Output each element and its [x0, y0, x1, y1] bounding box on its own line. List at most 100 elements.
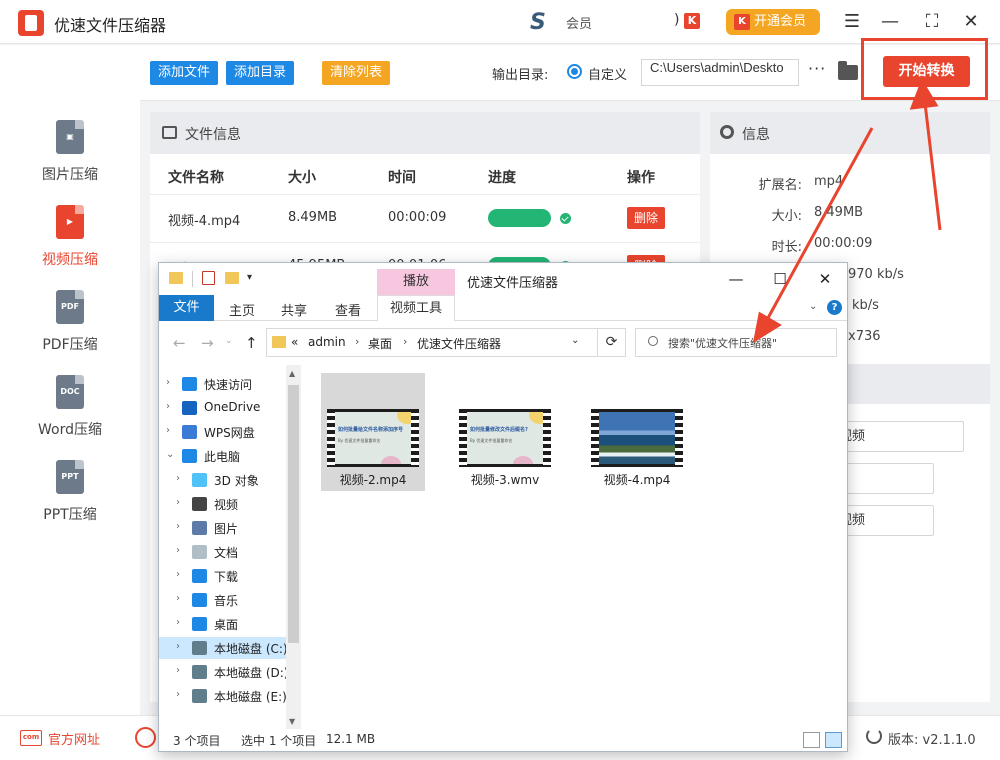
official-site-link[interactable]: 官方网址: [48, 729, 100, 748]
refresh-icon[interactable]: [866, 728, 882, 744]
progress-bar: [488, 209, 551, 227]
start-convert-button[interactable]: 开始转换: [883, 56, 970, 87]
compress-mode-select[interactable]: 视频: [830, 421, 964, 452]
properties-icon[interactable]: [202, 271, 215, 285]
breadcrumb-desktop[interactable]: 桌面: [368, 335, 392, 352]
output-path-field[interactable]: C:\Users\admin\Deskto: [641, 59, 799, 86]
maximize-icon[interactable]: ☐: [765, 268, 795, 290]
up-arrow-icon[interactable]: ↑: [245, 334, 258, 352]
details-view-icon[interactable]: [803, 732, 820, 748]
breadcrumb-current[interactable]: 优速文件压缩器: [417, 335, 501, 352]
help-icon[interactable]: ?: [827, 300, 842, 315]
tree-item[interactable]: › 音乐: [159, 589, 287, 611]
doc-file-icon: DOC: [56, 375, 84, 409]
new-folder-icon[interactable]: [225, 272, 239, 284]
folder-icon[interactable]: [169, 272, 183, 284]
scroll-thumb[interactable]: [288, 385, 299, 643]
address-bar[interactable]: « admin › 桌面 › 优速文件压缩器 ⌄: [266, 328, 620, 357]
tab-file[interactable]: 文件: [159, 295, 214, 321]
close-icon[interactable]: ✕: [810, 268, 840, 290]
sidebar-item-pdf-compress[interactable]: PDF PDF压缩: [0, 290, 140, 370]
tree-item[interactable]: › 图片: [159, 517, 287, 539]
chevron-icon[interactable]: ›: [176, 545, 180, 556]
sidebar-item-word-compress[interactable]: DOC Word压缩: [0, 375, 140, 455]
search-icon: [648, 336, 658, 346]
tree-item[interactable]: › WPS网盘: [159, 421, 287, 443]
more-icon[interactable]: ···: [808, 59, 826, 78]
custom-output-radio[interactable]: [567, 64, 582, 79]
chevron-down-icon[interactable]: ⌄: [225, 336, 233, 346]
tree-scrollbar[interactable]: ▲ ▼: [286, 365, 301, 729]
sidebar-item-image-compress[interactable]: ▣ 图片压缩: [0, 120, 140, 200]
tree-item[interactable]: › 3D 对象: [159, 469, 287, 491]
close-icon[interactable]: ✕: [958, 9, 984, 35]
clear-list-button[interactable]: 清除列表: [322, 61, 391, 85]
column-header-time: 时间: [388, 170, 416, 186]
large-icons-view-icon[interactable]: [825, 732, 842, 748]
chevron-icon[interactable]: ›: [166, 425, 170, 436]
chevron-icon[interactable]: ›: [176, 473, 180, 484]
computer-icon: [182, 449, 197, 463]
tree-item[interactable]: › OneDrive: [159, 397, 287, 419]
chevron-down-icon[interactable]: ▾: [247, 272, 252, 283]
tab-view[interactable]: 查看: [335, 300, 361, 319]
qq-icon[interactable]: [135, 727, 156, 748]
column-header-action: 操作: [627, 170, 655, 186]
tree-item[interactable]: › 文档: [159, 541, 287, 563]
file-item[interactable]: 视频-4.mp4: [585, 373, 689, 491]
tree-item[interactable]: › 快速访问: [159, 373, 287, 395]
breadcrumb-overflow[interactable]: «: [291, 335, 298, 349]
breadcrumb-admin[interactable]: admin: [308, 335, 346, 349]
file-item[interactable]: 如何批量修改文件后缀名? By 优速文件批量重命名 视频-3.wmv: [453, 373, 557, 491]
forward-arrow-icon[interactable]: →: [201, 334, 214, 352]
open-vip-button[interactable]: K 开通会员: [726, 9, 820, 35]
chevron-down-icon[interactable]: ⌄: [809, 301, 817, 312]
menu-icon[interactable]: ☰: [839, 9, 865, 35]
app-title: 优速文件压缩器: [54, 16, 167, 35]
delete-button[interactable]: 删除: [627, 207, 666, 229]
play-context-tab[interactable]: 播放: [377, 269, 455, 295]
tree-item[interactable]: › 本地磁盘 (E:): [159, 685, 287, 707]
chevron-icon[interactable]: ›: [176, 593, 180, 604]
chevron-icon[interactable]: ›: [176, 569, 180, 580]
maximize-icon[interactable]: ⛶: [919, 9, 945, 35]
tree-item[interactable]: ⌄ 此电脑: [159, 445, 287, 467]
file-view: 如何批量给文件名称添加序号 By 优速文件批量重命名 视频-2.mp4 如何批量修改文…: [301, 365, 847, 729]
sidebar-item-ppt-compress[interactable]: PPT PPT压缩: [0, 460, 140, 540]
desktop-icon: [192, 617, 207, 631]
chevron-icon[interactable]: ›: [176, 617, 180, 628]
back-arrow-icon[interactable]: ←: [173, 334, 186, 352]
tab-home[interactable]: 主页: [229, 300, 255, 319]
chevron-down-icon[interactable]: ⌄: [571, 335, 579, 346]
chevron-icon[interactable]: ›: [176, 497, 180, 508]
search-input[interactable]: [668, 332, 833, 354]
scroll-down-icon[interactable]: ▼: [289, 717, 295, 726]
minimize-icon[interactable]: —: [721, 268, 751, 290]
tab-video-tools[interactable]: 视频工具: [377, 295, 455, 321]
scroll-up-icon[interactable]: ▲: [289, 369, 295, 378]
chevron-icon[interactable]: ›: [166, 401, 170, 412]
tree-item[interactable]: › 本地磁盘 (C:): [159, 637, 288, 659]
chevron-icon[interactable]: ›: [176, 521, 180, 532]
tab-share[interactable]: 共享: [281, 300, 307, 319]
add-file-button[interactable]: 添加文件: [150, 61, 219, 85]
tree-item[interactable]: › 视频: [159, 493, 287, 515]
add-directory-button[interactable]: 添加目录: [226, 61, 295, 85]
chevron-icon[interactable]: ›: [176, 641, 180, 652]
refresh-icon[interactable]: ⟳: [597, 328, 626, 357]
tree-item[interactable]: › 下载: [159, 565, 287, 587]
file-item[interactable]: 如何批量给文件名称添加序号 By 优速文件批量重命名 视频-2.mp4: [321, 373, 425, 491]
chevron-icon[interactable]: ⌄: [166, 449, 174, 460]
minimize-icon[interactable]: —: [877, 9, 903, 35]
chevron-right-icon[interactable]: ›: [403, 335, 407, 348]
file-info-header: 文件信息: [150, 112, 700, 154]
tree-item[interactable]: › 桌面: [159, 613, 287, 635]
open-folder-icon[interactable]: [838, 61, 858, 80]
chevron-right-icon[interactable]: ›: [355, 335, 359, 348]
chevron-icon[interactable]: ›: [176, 689, 180, 700]
gear-icon: [720, 125, 734, 139]
chevron-icon[interactable]: ›: [166, 377, 170, 388]
tree-item[interactable]: › 本地磁盘 (D:): [159, 661, 288, 683]
sidebar-item-video-compress[interactable]: ▶ 视频压缩: [0, 205, 140, 285]
chevron-icon[interactable]: ›: [176, 665, 180, 676]
